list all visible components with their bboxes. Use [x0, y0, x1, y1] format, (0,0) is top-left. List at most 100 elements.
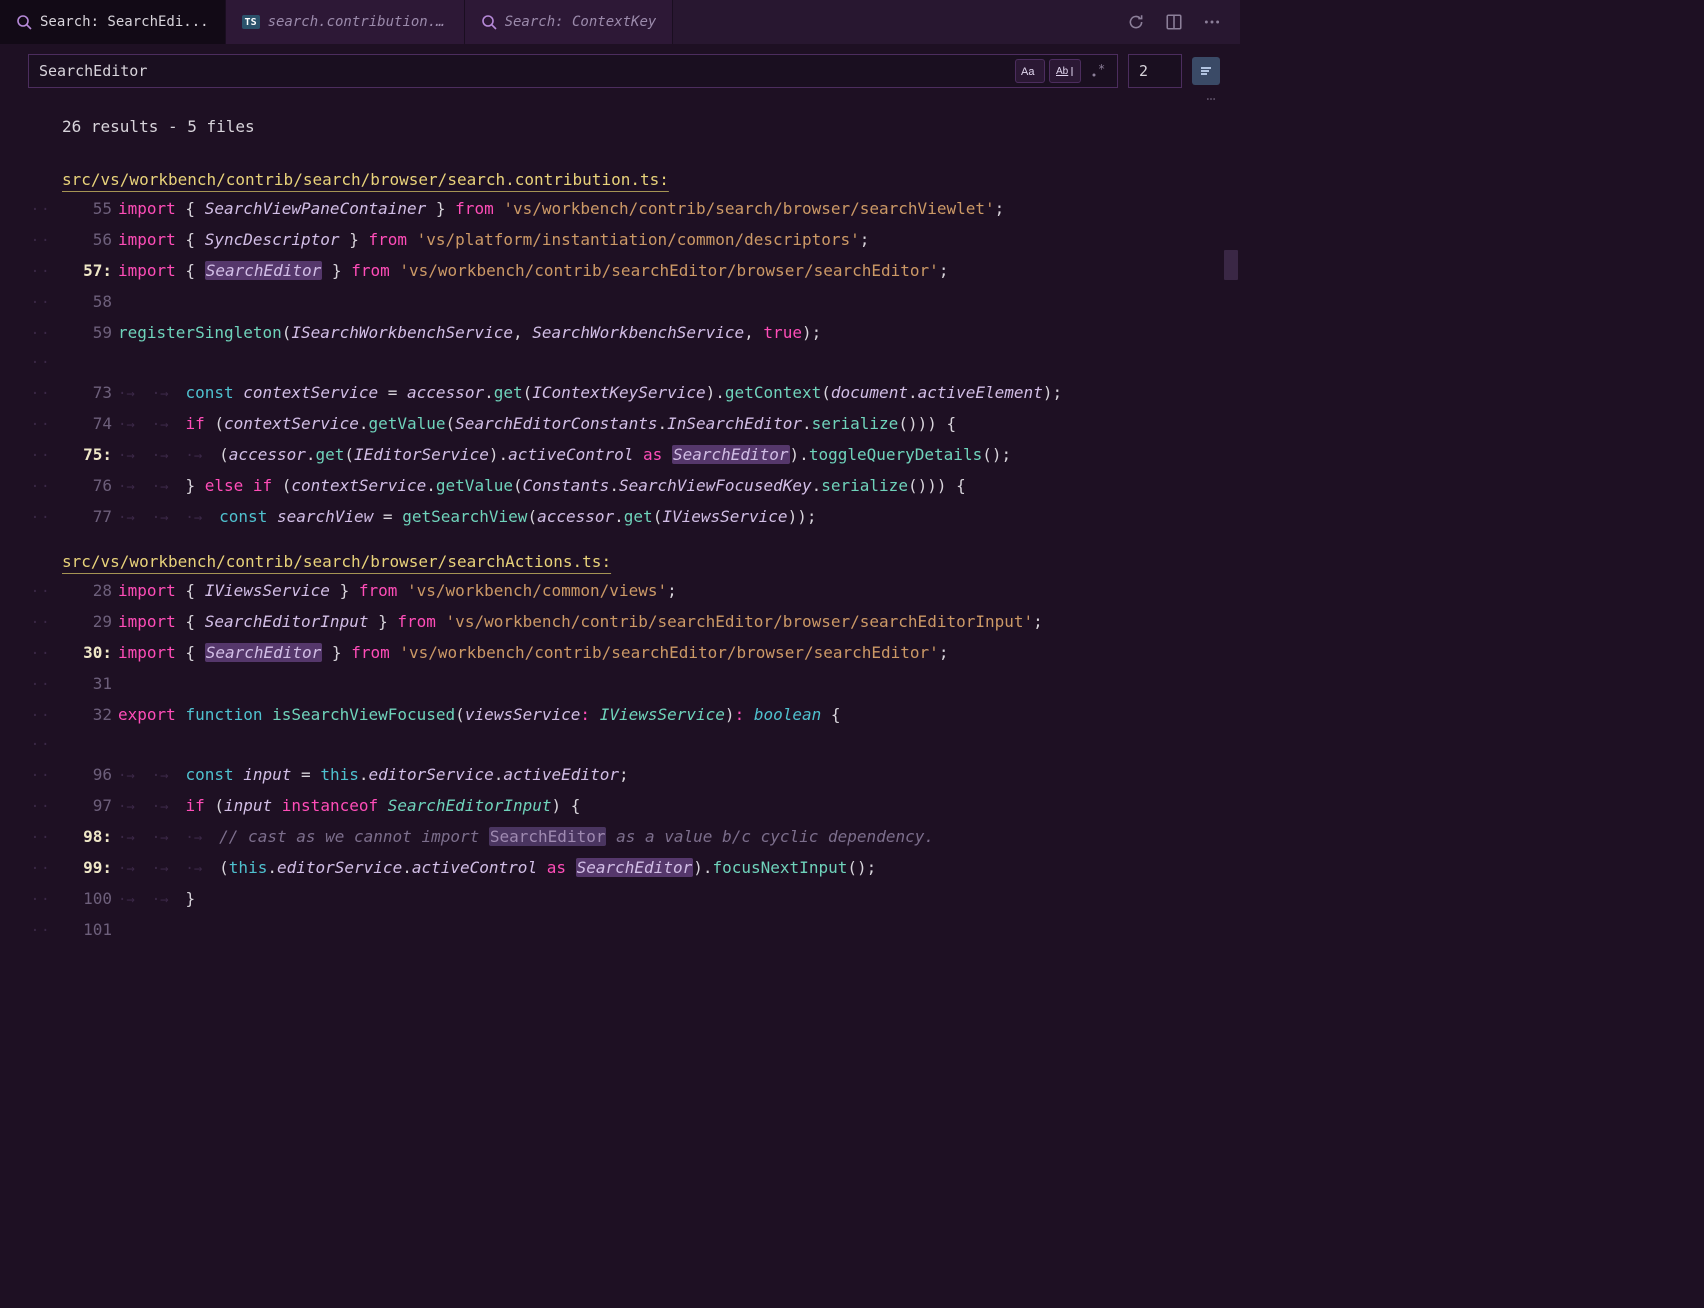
- line-number: 57:: [62, 256, 118, 285]
- gutter: ··: [0, 504, 62, 533]
- result-line[interactable]: ·· 56import { SyncDescriptor } from 'vs/…: [0, 225, 1240, 256]
- gutter: ··: [0, 702, 62, 731]
- line-number: 101: [62, 915, 118, 944]
- result-line[interactable]: ·· 29import { SearchEditorInput } from '…: [0, 607, 1240, 638]
- tab-search-editor[interactable]: Search: SearchEdi...: [0, 0, 226, 44]
- result-line[interactable]: ··: [0, 349, 1240, 378]
- gutter: ··: [0, 289, 62, 318]
- tab-bar: Search: SearchEdi... TS search.contribut…: [0, 0, 1240, 44]
- result-line[interactable]: ·· 97·→ ·→ if (input instanceof SearchEd…: [0, 791, 1240, 822]
- gutter: ··: [0, 886, 62, 915]
- result-line[interactable]: ·· 77·→ ·→ ·→ const searchView = getSear…: [0, 502, 1240, 533]
- code: registerSingleton(ISearchWorkbenchServic…: [118, 318, 821, 347]
- gutter: ··: [0, 442, 62, 471]
- result-line[interactable]: ·· 31: [0, 669, 1240, 700]
- gutter: ··: [0, 671, 62, 700]
- search-input-wrap: Aa Ab *: [28, 54, 1118, 88]
- gutter: ··: [0, 196, 62, 225]
- gutter: ··: [0, 411, 62, 440]
- code: ·→ ·→ } else if (contextService.getValue…: [118, 471, 966, 502]
- match-highlight: SearchEditor: [576, 858, 694, 877]
- result-line[interactable]: ·· 55import { SearchViewPaneContainer } …: [0, 194, 1240, 225]
- gutter: ··: [0, 762, 62, 791]
- refresh-icon[interactable]: [1126, 12, 1146, 32]
- line-number: 96: [62, 760, 118, 789]
- line-number: 98:: [62, 822, 118, 851]
- result-line[interactable]: ··: [0, 731, 1240, 760]
- gutter: ··: [0, 609, 62, 638]
- code: ·→ ·→ if (input instanceof SearchEditorI…: [118, 791, 580, 822]
- result-line[interactable]: ·· 74·→ ·→ if (contextService.getValue(S…: [0, 409, 1240, 440]
- line-number: 97: [62, 791, 118, 820]
- code: ·→ ·→ ·→ (this.editorService.activeContr…: [118, 853, 876, 884]
- result-line[interactable]: ·· 58: [0, 287, 1240, 318]
- case-sensitive-toggle[interactable]: Aa: [1015, 59, 1045, 83]
- code: export function isSearchViewFocused(view…: [118, 700, 841, 729]
- gutter: ··: [0, 824, 62, 853]
- line-number: 75:: [62, 440, 118, 469]
- search-results[interactable]: 26 results - 5 filessrc/vs/workbench/con…: [0, 108, 1240, 946]
- code: import { SearchEditor } from 'vs/workben…: [118, 638, 948, 667]
- result-line[interactable]: ·· 99:·→ ·→ ·→ (this.editorService.activ…: [0, 853, 1240, 884]
- code: ·→ ·→ ·→ // cast as we cannot import Sea…: [118, 822, 934, 853]
- line-number: 55: [62, 194, 118, 223]
- context-lines-wrap: [1128, 54, 1182, 88]
- regex-toggle[interactable]: *: [1085, 59, 1115, 83]
- toggle-search-details[interactable]: [1192, 57, 1220, 85]
- overflow-actions-icon[interactable]: [0, 94, 1240, 108]
- tab-label: search.contribution.ts: [268, 14, 448, 30]
- code: ·→ ·→ const contextService = accessor.ge…: [118, 378, 1062, 409]
- context-lines-input[interactable]: [1129, 55, 1181, 87]
- search-header: Aa Ab *: [0, 44, 1240, 94]
- code: ·→ ·→ const input = this.editorService.a…: [118, 760, 629, 791]
- line-number: 56: [62, 225, 118, 254]
- code: import { SyncDescriptor } from 'vs/platf…: [118, 225, 869, 254]
- code: import { SearchViewPaneContainer } from …: [118, 194, 1004, 223]
- code: ·→ ·→ }: [118, 884, 195, 915]
- code: ·→ ·→ if (contextService.getValue(Search…: [118, 409, 956, 440]
- result-line[interactable]: ·· 100·→ ·→ }: [0, 884, 1240, 915]
- result-line[interactable]: ·· 75:·→ ·→ ·→ (accessor.get(IEditorServ…: [0, 440, 1240, 471]
- result-line[interactable]: ·· 76·→ ·→ } else if (contextService.get…: [0, 471, 1240, 502]
- line-number: 100: [62, 884, 118, 913]
- line-number: 99:: [62, 853, 118, 882]
- tab-search-contextkey[interactable]: Search: ContextKey: [465, 0, 674, 44]
- code: ·→ ·→ ·→ const searchView = getSearchVie…: [118, 502, 816, 533]
- result-file-header[interactable]: src/vs/workbench/contrib/search/browser/…: [0, 151, 1240, 194]
- match-highlight: SearchEditor: [489, 827, 607, 846]
- result-line[interactable]: ·· 101: [0, 915, 1240, 946]
- result-line[interactable]: ·· 57:import { SearchEditor } from 'vs/w…: [0, 256, 1240, 287]
- line-number: 29: [62, 607, 118, 636]
- result-line[interactable]: ·· 32export function isSearchViewFocused…: [0, 700, 1240, 731]
- whole-word-toggle[interactable]: Ab: [1049, 59, 1081, 83]
- line-number: 74: [62, 409, 118, 438]
- line-number: 76: [62, 471, 118, 500]
- minimap[interactable]: [1224, 250, 1238, 280]
- result-file-header[interactable]: src/vs/workbench/contrib/search/browser/…: [0, 533, 1240, 576]
- gutter: ··: [0, 855, 62, 884]
- gutter: ··: [0, 731, 62, 760]
- result-line[interactable]: ·· 59registerSingleton(ISearchWorkbenchS…: [0, 318, 1240, 349]
- split-editor-icon[interactable]: [1164, 12, 1184, 32]
- gutter: ··: [0, 578, 62, 607]
- result-line[interactable]: ·· 98:·→ ·→ ·→ // cast as we cannot impo…: [0, 822, 1240, 853]
- result-line[interactable]: ·· 96·→ ·→ const input = this.editorServ…: [0, 760, 1240, 791]
- tab-search-contribution[interactable]: TS search.contribution.ts: [226, 0, 465, 44]
- match-highlight: SearchEditor: [205, 261, 323, 280]
- code: ·→ ·→ ·→ (accessor.get(IEditorService).a…: [118, 440, 1011, 471]
- line-number: 31: [62, 669, 118, 698]
- line-number: 32: [62, 700, 118, 729]
- tab-label: Search: SearchEdi...: [40, 14, 209, 30]
- more-actions-icon[interactable]: [1202, 12, 1222, 32]
- result-line[interactable]: ·· 28import { IViewsService } from 'vs/w…: [0, 576, 1240, 607]
- result-line[interactable]: ·· 73·→ ·→ const contextService = access…: [0, 378, 1240, 409]
- match-highlight: SearchEditor: [672, 445, 790, 464]
- gutter: ··: [0, 917, 62, 946]
- gutter: ··: [0, 473, 62, 502]
- gutter: ··: [0, 320, 62, 349]
- tab-label: Search: ContextKey: [505, 14, 657, 30]
- result-line[interactable]: ·· 30:import { SearchEditor } from 'vs/w…: [0, 638, 1240, 669]
- line-number: 30:: [62, 638, 118, 667]
- search-input[interactable]: [29, 62, 1013, 80]
- line-number: 59: [62, 318, 118, 347]
